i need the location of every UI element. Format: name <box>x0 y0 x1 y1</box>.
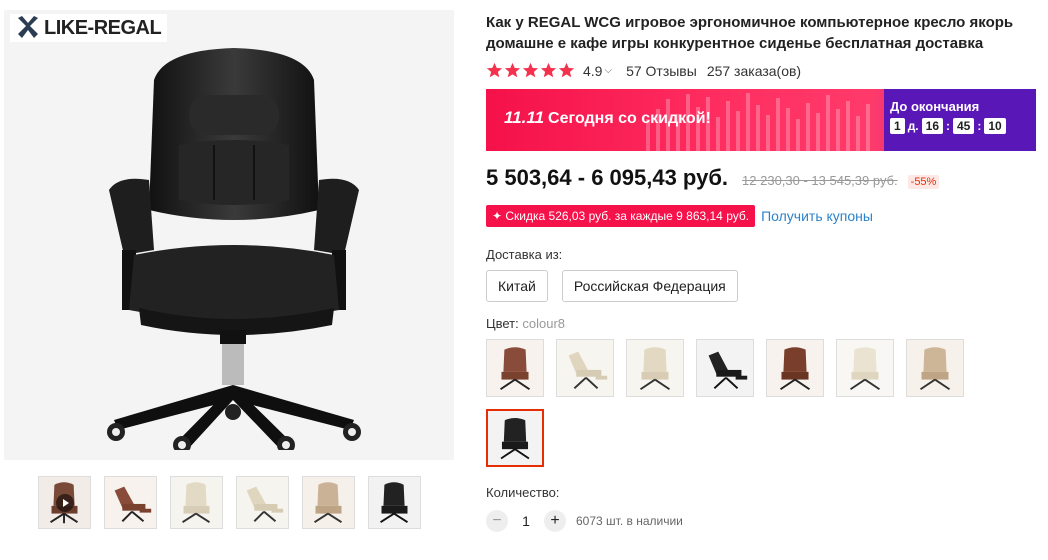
price-row: 5 503,64 - 6 095,43 руб. 12 230,30 - 13 … <box>486 165 1038 191</box>
discount-badge: -55% <box>907 175 940 189</box>
thumbnail-image[interactable] <box>236 476 289 529</box>
color-swatch-black-reclined[interactable] <box>696 339 754 397</box>
promo-banner: 11.11 Сегодня со скидкой! До окончания 1 … <box>486 89 1036 151</box>
countdown-minutes: 45 <box>953 118 975 134</box>
star-icon <box>486 62 503 78</box>
color-label-text: Цвет: <box>486 316 519 331</box>
countdown-separator: : <box>946 119 950 133</box>
countdown-label: До окончания <box>890 99 980 114</box>
color-label: Цвет: colour8 <box>486 316 1038 331</box>
color-swatch-beige-2[interactable] <box>906 339 964 397</box>
color-swatch-beige-light[interactable] <box>836 339 894 397</box>
shipping-option-russia[interactable]: Российская Федерация <box>561 270 738 302</box>
rating-stars[interactable] <box>486 62 575 79</box>
orders-count: 257 заказа(ов) <box>706 62 802 79</box>
thumbnail-image[interactable] <box>104 476 157 529</box>
brand-logo: LIKE-REGAL <box>10 14 168 42</box>
star-icon <box>558 62 575 78</box>
color-swatch-beige[interactable] <box>626 339 684 397</box>
star-icon <box>504 62 521 78</box>
rating-row: 4.9 ⌵ 57 Отзывы 257 заказа(ов) <box>486 62 1038 79</box>
quantity-label: Количество: <box>486 485 560 500</box>
product-info: Как у REGAL WCG игровое эргономичное ком… <box>486 12 1038 532</box>
reviews-count[interactable]: 57 Отзывы <box>626 63 697 79</box>
quantity-input[interactable]: 1 <box>508 513 544 529</box>
color-swatch-beige-reclined[interactable] <box>556 339 614 397</box>
countdown-timer: 1 д. 16 : 45 : 10 <box>890 118 1036 134</box>
thumbnail-image[interactable] <box>302 476 355 529</box>
color-swatches <box>486 339 986 467</box>
countdown-hours: 16 <box>921 118 943 134</box>
rating-score[interactable]: 4.9 <box>583 63 602 79</box>
shipping-options: Китай Российская Федерация <box>486 270 1038 302</box>
current-price: 5 503,64 - 6 095,43 руб. <box>486 165 729 190</box>
play-icon <box>56 494 74 512</box>
star-icon <box>522 62 539 78</box>
countdown: До окончания 1 д. 16 : 45 : 10 <box>884 89 1036 151</box>
stock-info: 6073 шт. в наличии <box>576 514 683 528</box>
shipping-label: Доставка из: <box>486 247 563 262</box>
quantity-minus-button[interactable]: − <box>486 510 508 532</box>
product-title: Как у REGAL WCG игровое эргономичное ком… <box>486 14 1014 52</box>
quantity-plus-button[interactable]: + <box>544 510 566 532</box>
countdown-days-label: д. <box>907 119 919 133</box>
color-swatch-brown[interactable] <box>486 339 544 397</box>
brand-logo-icon <box>18 16 38 38</box>
color-swatch-brown-dark[interactable] <box>766 339 824 397</box>
coupon-badge[interactable]: ✦ Скидка 526,03 руб. за каждые 9 863,14 … <box>486 205 756 227</box>
main-product-image[interactable]: LIKE-REGAL <box>4 10 454 460</box>
chair-image <box>107 48 361 450</box>
countdown-seconds: 10 <box>984 118 1006 134</box>
color-value: colour8 <box>522 316 566 331</box>
brand-logo-text: LIKE-REGAL <box>44 16 162 39</box>
thumbnail-image[interactable] <box>170 476 223 529</box>
thumbnail-strip <box>38 476 421 529</box>
get-coupons-link[interactable]: Получить купоны <box>761 208 873 224</box>
thumbnail-video[interactable] <box>38 476 91 529</box>
coupon-row: ✦ Скидка 526,03 руб. за каждые 9 863,14 … <box>486 205 1038 227</box>
color-swatch-black-selected[interactable] <box>486 409 544 467</box>
thumbnail-image[interactable] <box>368 476 421 529</box>
promo-text: Сегодня со скидкой! <box>548 110 711 127</box>
star-icon <box>540 62 557 78</box>
quantity-stepper: − 1 + 6073 шт. в наличии <box>486 510 1038 532</box>
countdown-separator: : <box>977 119 982 133</box>
chevron-down-icon[interactable]: ⌵ <box>604 65 612 76</box>
promo-title: 11.11 Сегодня со скидкой! <box>504 108 711 128</box>
shipping-option-china[interactable]: Китай <box>486 270 548 302</box>
countdown-days: 1 <box>890 118 905 134</box>
original-price: 12 230,30 - 13 545,39 руб. <box>742 173 898 188</box>
promo-prefix: 11.11 <box>504 108 545 127</box>
